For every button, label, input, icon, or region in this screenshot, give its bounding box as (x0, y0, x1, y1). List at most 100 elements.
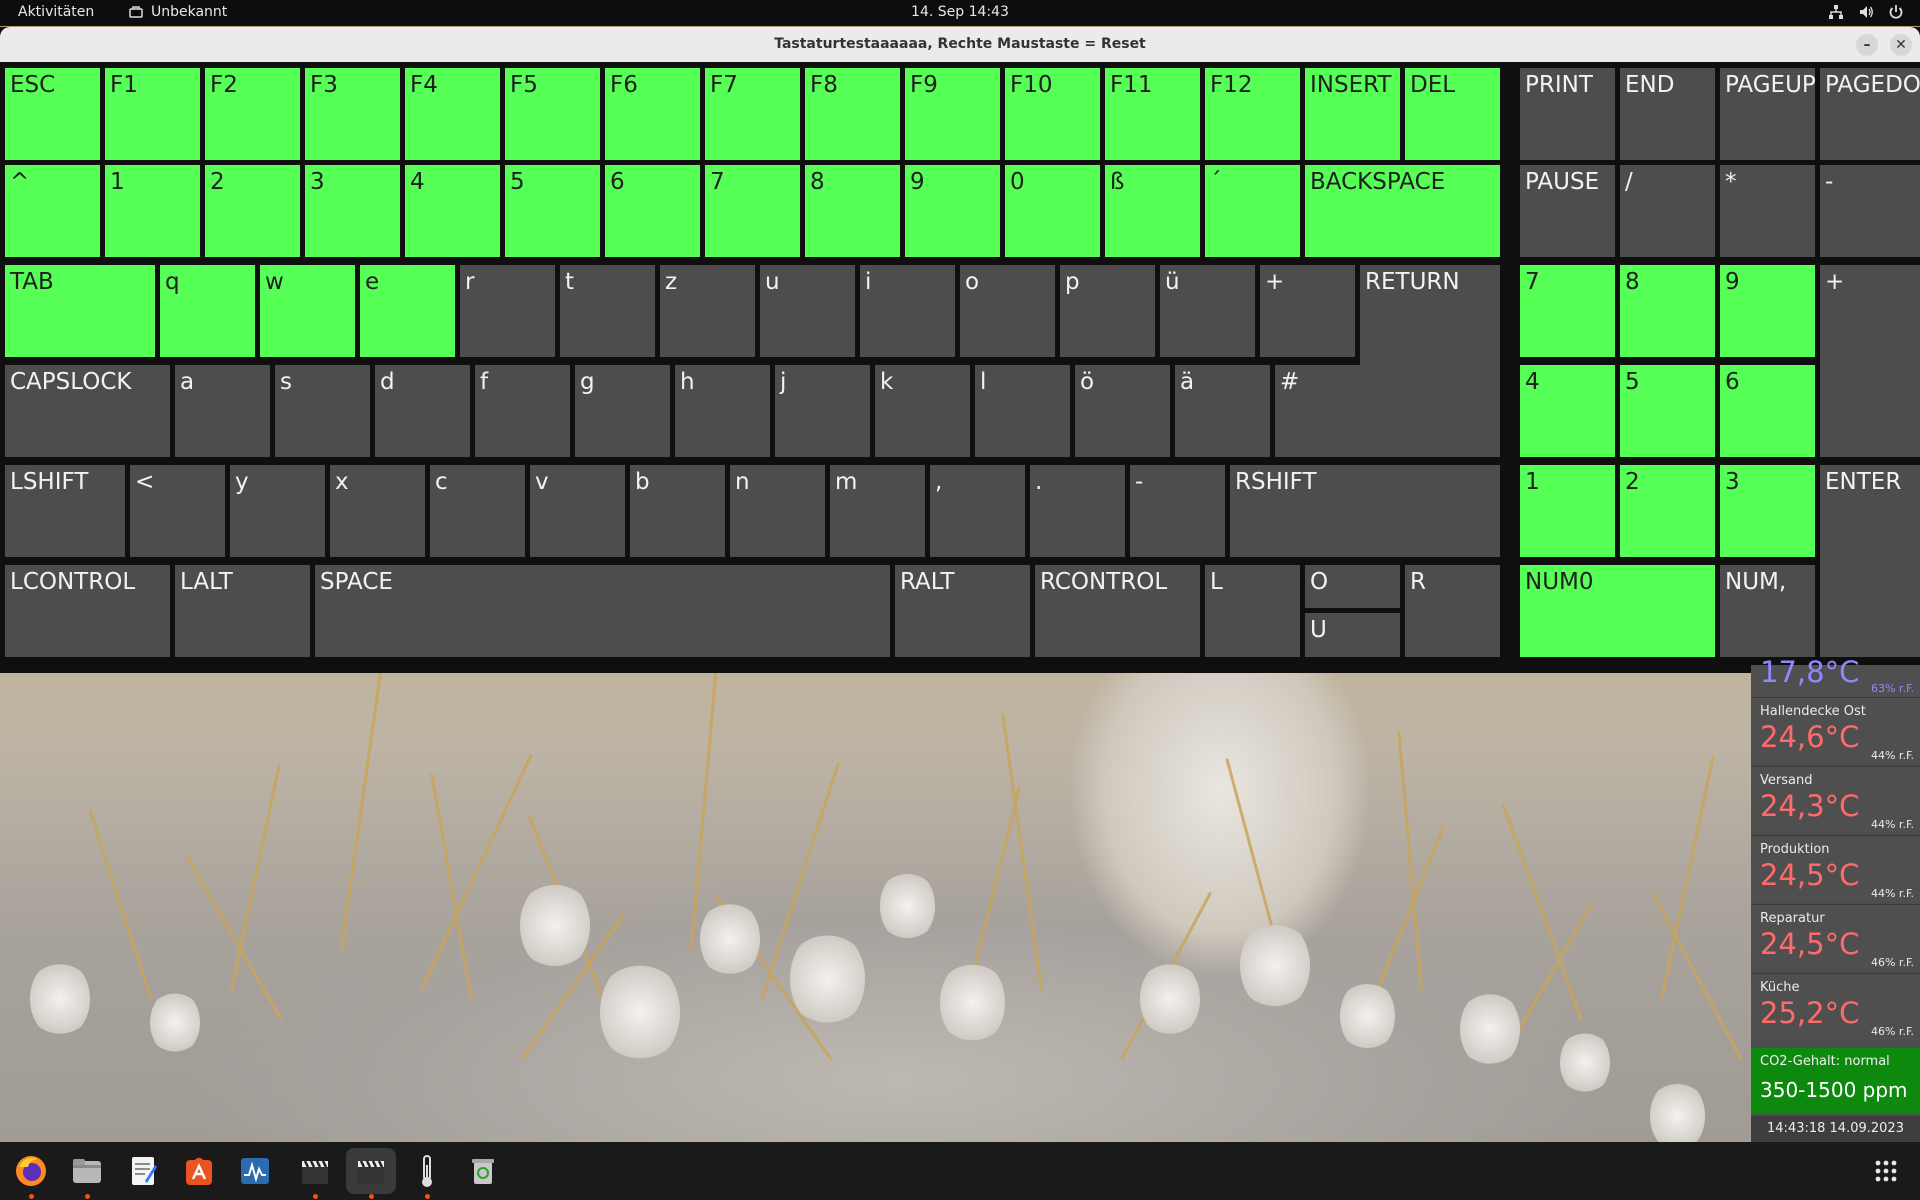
key-arrow-right[interactable]: R (1405, 565, 1500, 657)
key-p[interactable]: p (1060, 265, 1155, 357)
key-c[interactable]: c (430, 465, 525, 557)
top-clock[interactable]: 14. Sep 14:43 (0, 4, 1920, 20)
app-center-icon[interactable] (179, 1151, 219, 1191)
key-arrow-up[interactable]: O (1305, 565, 1400, 608)
clapperboard-icon[interactable] (295, 1151, 335, 1191)
text-editor-icon[interactable] (123, 1151, 163, 1191)
key-y[interactable]: y (230, 465, 325, 557)
key-acute[interactable]: ´ (1205, 165, 1300, 257)
key-4[interactable]: 4 (405, 165, 500, 257)
key-numpad-divide[interactable]: / (1620, 165, 1715, 257)
key-ae[interactable]: ä (1175, 365, 1270, 457)
key-numpad-multiply[interactable]: * (1720, 165, 1815, 257)
key-sz[interactable]: ß (1105, 165, 1200, 257)
close-button[interactable]: ✕ (1890, 34, 1912, 56)
key-f8[interactable]: F8 (805, 68, 900, 160)
key-space[interactable]: SPACE (315, 565, 890, 657)
show-apps-icon[interactable] (1866, 1151, 1906, 1191)
key-plus[interactable]: + (1260, 265, 1355, 357)
key-a[interactable]: a (175, 365, 270, 457)
key-f7[interactable]: F7 (705, 68, 800, 160)
key-0[interactable]: 0 (1005, 165, 1100, 257)
key-f4[interactable]: F4 (405, 68, 500, 160)
key-j[interactable]: j (775, 365, 870, 457)
key-print[interactable]: PRINT (1520, 68, 1615, 160)
key-numpad-enter[interactable]: ENTER (1820, 465, 1920, 657)
key-h[interactable]: h (675, 365, 770, 457)
key-k[interactable]: k (875, 365, 970, 457)
key-numpad-9[interactable]: 9 (1720, 265, 1815, 357)
key-6[interactable]: 6 (605, 165, 700, 257)
key-numpad-6[interactable]: 6 (1720, 365, 1815, 457)
key-d[interactable]: d (375, 365, 470, 457)
key-u[interactable]: u (760, 265, 855, 357)
key-del[interactable]: DEL (1405, 68, 1500, 160)
key-caret[interactable]: ^ (5, 165, 100, 257)
trash-icon[interactable] (463, 1151, 503, 1191)
key-3[interactable]: 3 (305, 165, 400, 257)
key-period[interactable]: . (1030, 465, 1125, 557)
key-numpad-7[interactable]: 7 (1520, 265, 1615, 357)
key-numpad-8[interactable]: 8 (1620, 265, 1715, 357)
key-lcontrol[interactable]: LCONTROL (5, 565, 170, 657)
key-f3[interactable]: F3 (305, 68, 400, 160)
key-e[interactable]: e (360, 265, 455, 357)
key-numpad-subtract[interactable]: - (1820, 165, 1920, 257)
keyboard-area[interactable]: ESC F1 F2 F3 F4 F5 F6 F7 F8 F9 F10 F11 F… (0, 62, 1920, 673)
key-numpad-1[interactable]: 1 (1520, 465, 1615, 557)
key-backspace[interactable]: BACKSPACE (1305, 165, 1500, 257)
key-w[interactable]: w (260, 265, 355, 357)
key-arrow-left[interactable]: L (1205, 565, 1300, 657)
key-f[interactable]: f (475, 365, 570, 457)
key-less[interactable]: < (130, 465, 225, 557)
key-z[interactable]: z (660, 265, 755, 357)
key-m[interactable]: m (830, 465, 925, 557)
window-titlebar[interactable]: Tastaturtestaaaaaa, Rechte Maustaste = R… (0, 27, 1920, 62)
key-insert[interactable]: INSERT (1305, 68, 1400, 160)
system-menu[interactable] (1828, 4, 1904, 20)
key-x[interactable]: x (330, 465, 425, 557)
key-oe[interactable]: ö (1075, 365, 1170, 457)
key-n[interactable]: n (730, 465, 825, 557)
key-pagedown[interactable]: PAGEDOWN (1820, 68, 1920, 160)
key-1[interactable]: 1 (105, 165, 200, 257)
key-i[interactable]: i (860, 265, 955, 357)
key-numpad-4[interactable]: 4 (1520, 365, 1615, 457)
files-icon[interactable] (67, 1151, 107, 1191)
key-f2[interactable]: F2 (205, 68, 300, 160)
key-o[interactable]: o (960, 265, 1055, 357)
key-numpad-0[interactable]: NUM0 (1520, 565, 1715, 657)
key-lalt[interactable]: LALT (175, 565, 310, 657)
key-numpad-3[interactable]: 3 (1720, 465, 1815, 557)
key-l[interactable]: l (975, 365, 1070, 457)
key-b[interactable]: b (630, 465, 725, 557)
key-f5[interactable]: F5 (505, 68, 600, 160)
key-f11[interactable]: F11 (1105, 68, 1200, 160)
key-f6[interactable]: F6 (605, 68, 700, 160)
key-q[interactable]: q (160, 265, 255, 357)
clapperboard-active-icon[interactable] (346, 1148, 396, 1194)
key-numpad-add[interactable]: + (1820, 265, 1920, 457)
key-tab[interactable]: TAB (5, 265, 155, 357)
key-f10[interactable]: F10 (1005, 68, 1100, 160)
key-rcontrol[interactable]: RCONTROL (1035, 565, 1200, 657)
minimize-button[interactable]: – (1856, 34, 1878, 56)
key-capslock[interactable]: CAPSLOCK (5, 365, 170, 457)
key-f12[interactable]: F12 (1205, 68, 1300, 160)
key-end[interactable]: END (1620, 68, 1715, 160)
thermometer-icon[interactable] (407, 1151, 447, 1191)
key-g[interactable]: g (575, 365, 670, 457)
key-f1[interactable]: F1 (105, 68, 200, 160)
key-2[interactable]: 2 (205, 165, 300, 257)
key-s[interactable]: s (275, 365, 370, 457)
key-f9[interactable]: F9 (905, 68, 1000, 160)
key-minus[interactable]: - (1130, 465, 1225, 557)
key-v[interactable]: v (530, 465, 625, 557)
key-pageup[interactable]: PAGEUP (1720, 68, 1815, 160)
key-pause[interactable]: PAUSE (1520, 165, 1615, 257)
key-8[interactable]: 8 (805, 165, 900, 257)
key-7[interactable]: 7 (705, 165, 800, 257)
key-ue[interactable]: ü (1160, 265, 1255, 357)
key-return[interactable]: RETURN (1360, 265, 1500, 457)
key-numpad-2[interactable]: 2 (1620, 465, 1715, 557)
